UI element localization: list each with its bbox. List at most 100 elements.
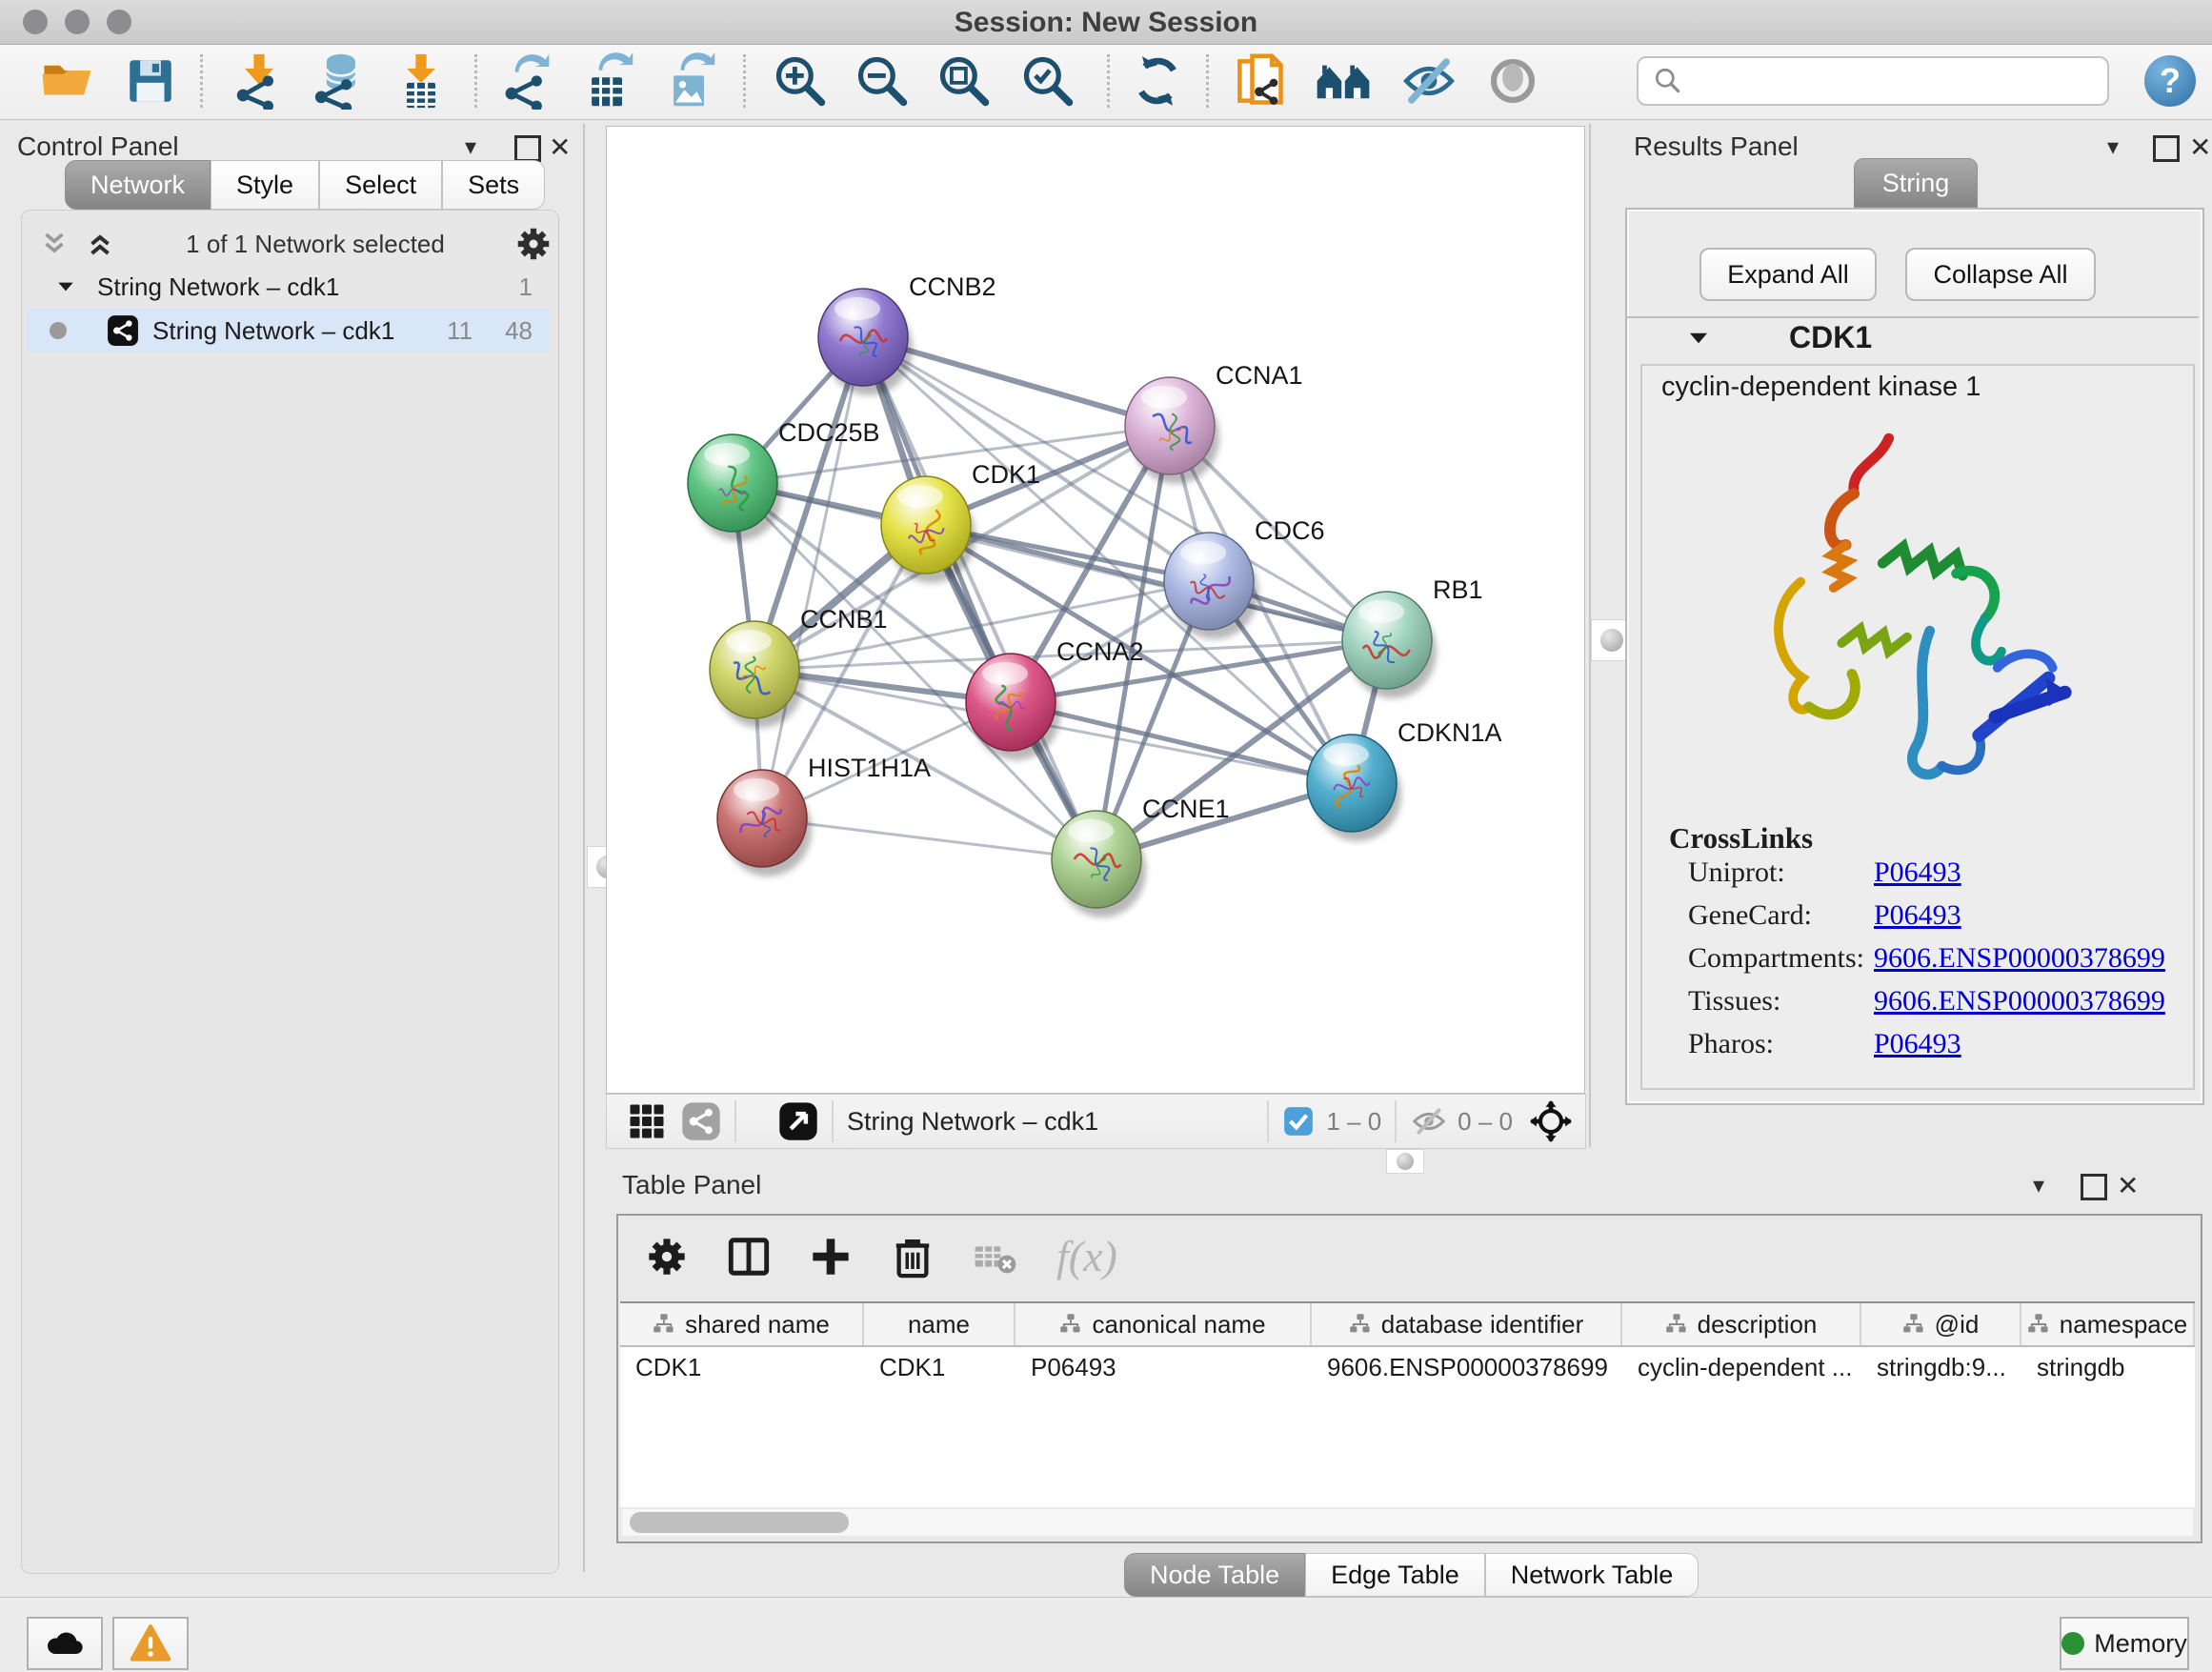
save-session-button[interactable]	[122, 52, 179, 110]
column-header-@id[interactable]: @id	[1861, 1303, 2021, 1345]
tab-network[interactable]: Network	[65, 160, 211, 210]
warning-icon	[130, 1622, 171, 1664]
table-gear-icon[interactable]	[645, 1235, 689, 1279]
hide-selected-button[interactable]	[1400, 52, 1458, 110]
zoom-fit-button[interactable]	[935, 52, 993, 110]
cloud-button[interactable]	[27, 1617, 103, 1670]
grid-view-icon[interactable]	[628, 1102, 666, 1140]
close-panel-icon[interactable]: ✕	[2189, 131, 2211, 163]
table-cell[interactable]: cyclin-dependent ...	[1622, 1347, 1861, 1387]
clone-network-button[interactable]	[1231, 52, 1288, 110]
selected-checkbox-icon[interactable]	[1282, 1105, 1315, 1138]
float-panel-icon[interactable]: ▾	[2033, 1172, 2044, 1199]
close-panel-icon[interactable]: ✕	[2117, 1170, 2139, 1201]
refresh-button[interactable]	[1129, 52, 1186, 110]
trash-icon[interactable]	[891, 1235, 935, 1279]
table-cell[interactable]: CDK1	[620, 1347, 864, 1387]
close-panel-icon[interactable]: ✕	[549, 131, 571, 163]
table-row[interactable]: CDK1CDK1P064939606.ENSP00000378699cyclin…	[620, 1347, 2195, 1387]
network-edge[interactable]	[762, 337, 863, 818]
network-edge[interactable]	[762, 818, 1096, 859]
table-cell[interactable]: 9606.ENSP00000378699	[1312, 1347, 1622, 1387]
network-canvas[interactable]: CCNB2CCNA1CDC25BCDK1CDC6RB1CCNB1CCNA2CDK…	[606, 126, 1585, 1094]
crosslink-value-link[interactable]: P06493	[1874, 1028, 1961, 1059]
toolbar-search[interactable]	[1637, 56, 2109, 106]
table-cell[interactable]: CDK1	[864, 1347, 1016, 1387]
tree-row-collection[interactable]: String Network – cdk1 1	[27, 265, 550, 309]
collapse-all-icon[interactable]	[38, 228, 70, 260]
float-panel-icon[interactable]: ▾	[465, 133, 476, 161]
column-header-canonical-name[interactable]: canonical name	[1016, 1303, 1312, 1345]
left-splitter[interactable]	[583, 124, 585, 1572]
birds-eye-icon[interactable]	[1530, 1100, 1572, 1142]
entry-name[interactable]: CDK1	[1789, 320, 1872, 355]
tab-node-table[interactable]: Node Table	[1124, 1553, 1305, 1597]
expand-all-button[interactable]: Expand All	[1699, 248, 1877, 301]
table-cell[interactable]: stringdb	[2021, 1347, 2195, 1387]
tab-edge-table[interactable]: Edge Table	[1305, 1553, 1485, 1597]
network-tree: String Network – cdk1 1 String Network –…	[27, 265, 550, 353]
delete-table-icon[interactable]	[973, 1234, 1018, 1279]
columns-icon[interactable]	[727, 1235, 771, 1279]
scrollbar-thumb[interactable]	[630, 1512, 849, 1533]
status-separator	[832, 1100, 834, 1142]
maximize-panel-icon[interactable]	[514, 135, 541, 162]
zoom-out-button[interactable]	[854, 52, 911, 110]
network-status-bar: String Network – cdk1 1 – 0 0 – 0	[606, 1094, 1586, 1149]
export-table-button[interactable]	[579, 52, 636, 110]
hierarchy-icon	[2027, 1313, 2050, 1336]
column-header-shared-name[interactable]: shared name	[620, 1303, 864, 1345]
clone-network-icon	[1231, 52, 1288, 110]
export-network-button[interactable]	[497, 52, 554, 110]
search-input[interactable]	[1684, 66, 2088, 97]
zoom-selected-button[interactable]	[1019, 52, 1076, 110]
crosslink-value-link[interactable]: 9606.ENSP00000378699	[1874, 985, 2165, 1017]
warning-button[interactable]	[112, 1617, 189, 1670]
gear-icon[interactable]	[514, 225, 553, 263]
tab-sets[interactable]: Sets	[442, 160, 545, 210]
crosslink-value-link[interactable]: 9606.ENSP00000378699	[1874, 942, 2165, 974]
tree-expand-icon[interactable]	[55, 276, 76, 297]
main-toolbar: ?	[0, 45, 2212, 120]
table-horizontal-scrollbar[interactable]	[622, 1509, 2193, 1536]
crosslink-value-link[interactable]: P06493	[1874, 899, 1961, 931]
show-all-button[interactable]	[1484, 52, 1541, 110]
tab-select[interactable]: Select	[319, 160, 442, 210]
expand-all-icon[interactable]	[84, 228, 116, 260]
maximize-panel-icon[interactable]	[2153, 135, 2180, 162]
table-panel-header: Table Panel ▾ ✕	[610, 1170, 2212, 1208]
tab-network-table[interactable]: Network Table	[1485, 1553, 1699, 1597]
zoom-selected-icon	[1019, 52, 1076, 110]
open-session-button[interactable]	[38, 52, 95, 110]
maximize-panel-icon[interactable]	[2081, 1174, 2107, 1200]
tab-string[interactable]: String	[1854, 158, 1978, 208]
import-network-button[interactable]	[231, 52, 288, 110]
crosslink-value-link[interactable]: P06493	[1874, 856, 1961, 888]
import-database-button[interactable]	[311, 52, 368, 110]
column-header-name[interactable]: name	[864, 1303, 1016, 1345]
table-cell[interactable]: P06493	[1016, 1347, 1312, 1387]
import-table-button[interactable]	[392, 52, 450, 110]
network-view-icon[interactable]	[681, 1101, 721, 1141]
tree-row-network[interactable]: String Network – cdk1 11 48	[27, 309, 550, 353]
first-neighbors-button[interactable]	[1315, 52, 1372, 110]
entry-expand-icon[interactable]	[1686, 326, 1711, 351]
detach-view-icon[interactable]	[778, 1101, 818, 1141]
column-header-database-identifier[interactable]: database identifier	[1312, 1303, 1622, 1345]
table-body: CDK1CDK1P064939606.ENSP00000378699cyclin…	[620, 1347, 2195, 1387]
function-builder-icon[interactable]: f(x)	[1056, 1231, 1117, 1281]
help-button[interactable]: ?	[2142, 52, 2199, 110]
export-image-button[interactable]	[661, 52, 718, 110]
crosslink-row: Tissues:9606.ENSP00000378699	[1688, 985, 2183, 1017]
memory-button[interactable]: Memory	[2060, 1617, 2189, 1670]
tab-style[interactable]: Style	[211, 160, 319, 210]
collapse-all-button[interactable]: Collapse All	[1905, 248, 2096, 301]
column-header-namespace[interactable]: namespace	[2021, 1303, 2195, 1345]
column-header-description[interactable]: description	[1622, 1303, 1861, 1345]
add-icon[interactable]	[809, 1235, 853, 1279]
zoom-in-button[interactable]	[772, 52, 829, 110]
float-panel-icon[interactable]: ▾	[2107, 133, 2119, 161]
table-cell[interactable]: stringdb:9...	[1861, 1347, 2021, 1387]
hidden-eye-icon[interactable]	[1410, 1102, 1448, 1140]
selected-counts: 1 – 0	[1326, 1107, 1381, 1137]
